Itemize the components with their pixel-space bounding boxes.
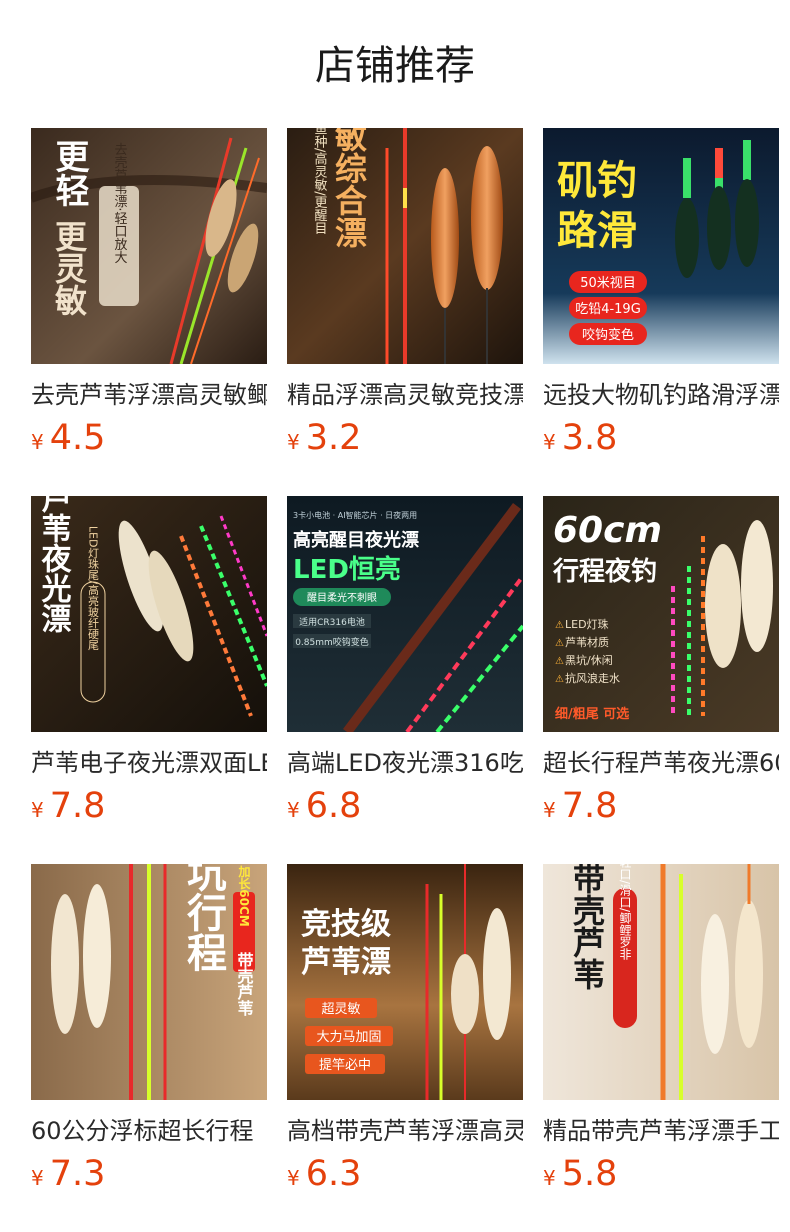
image-tag: 大力马加固	[316, 1030, 381, 1045]
product-name[interactable]: 精品带壳芦苇浮漂手工	[543, 1114, 779, 1148]
product-name[interactable]: 精品浮漂高灵敏竞技漂	[287, 378, 523, 412]
image-headline: 高亮醒目夜光漂	[293, 529, 419, 551]
image-label: LED灯珠尾/高亮玻纤硬尾	[87, 526, 100, 650]
image-headline: 行程夜钓	[552, 556, 657, 587]
image-tag: 0.85mm咬钩变色	[295, 636, 369, 648]
svg-text:⚠: ⚠	[555, 638, 564, 649]
image-tag: 醒目柔光不刺眼	[307, 591, 377, 604]
price-value: 5.8	[561, 1154, 618, 1194]
image-list-item: 抗风浪走水	[565, 671, 620, 685]
price-value: 6.8	[305, 786, 362, 826]
svg-text:⚠: ⚠	[555, 674, 564, 685]
image-headline: 黑坑行程	[180, 864, 227, 972]
product-name[interactable]: 超长行程芦苇夜光漂60cm	[543, 746, 779, 780]
image-tag: 超灵敏	[321, 1002, 360, 1017]
image-tag: 适用CR316电池	[299, 616, 365, 628]
image-list-item: LED灯珠	[565, 617, 609, 631]
currency-symbol: ¥	[31, 1166, 44, 1190]
product-image[interactable]: 去壳芦苇漂·轻口放大 更轻 更灵敏	[31, 128, 267, 364]
product-image[interactable]: 陈年带壳芦苇 主攻轻口/滑口/鲫鲤罗非	[543, 864, 779, 1100]
product-image[interactable]: 3卡小电池 · AI智能芯片 · 日夜两用 高亮醒目夜光漂 LED恒亮 醒目柔光…	[287, 496, 523, 732]
currency-symbol: ¥	[287, 430, 300, 454]
image-headline: LED恒亮	[293, 554, 401, 585]
image-headline: 60cm	[553, 510, 662, 551]
currency-symbol: ¥	[543, 798, 556, 822]
currency-symbol: ¥	[543, 1166, 556, 1190]
image-list-item: 芦苇材质	[565, 635, 609, 649]
product-image[interactable]: 芦苇夜光漂 LED灯珠尾/高亮玻纤硬尾	[31, 496, 267, 732]
currency-symbol: ¥	[287, 798, 300, 822]
price-value: 3.2	[305, 418, 362, 458]
image-tag: 50米视目	[580, 276, 636, 291]
image-label: 主攻轻口/滑口/鲫鲤罗非	[618, 864, 632, 960]
image-tag: 吃铅4-19G	[575, 301, 641, 317]
image-label: 3卡小电池 · AI智能芯片 · 日夜两用	[293, 510, 417, 520]
product-price: ¥3.2	[287, 416, 361, 460]
product-image[interactable]: 黑坑行程 加长60CM 带壳芦苇	[31, 864, 267, 1100]
currency-symbol: ¥	[287, 1166, 300, 1190]
product-price: ¥7.8	[543, 784, 617, 828]
price-value: 7.8	[561, 786, 618, 826]
product-price: ¥6.8	[287, 784, 361, 828]
image-label: 去壳芦苇漂·轻口放大	[112, 142, 128, 264]
image-headline: 矶钓	[557, 158, 637, 204]
product-price: ¥7.3	[31, 1152, 105, 1196]
product-image[interactable]: 矶钓 路滑 50米视目 吃铅4-19G 咬钩变色	[543, 128, 779, 364]
svg-text:⚠: ⚠	[555, 656, 564, 667]
image-tag: 加长60CM	[237, 864, 251, 927]
product-price: ¥4.5	[31, 416, 105, 460]
price-value: 4.5	[49, 418, 106, 458]
product-price: ¥6.3	[287, 1152, 361, 1196]
image-headline: 芦苇漂	[301, 945, 391, 980]
image-tag: 咬钩变色	[582, 327, 634, 343]
svg-text:⚠: ⚠	[555, 620, 564, 631]
image-headline: 竞技级	[301, 907, 391, 942]
currency-symbol: ¥	[31, 430, 44, 454]
currency-symbol: ¥	[543, 430, 556, 454]
product-price: ¥5.8	[543, 1152, 617, 1196]
price-value: 7.8	[49, 786, 106, 826]
currency-symbol: ¥	[31, 798, 44, 822]
image-headline: 更轻	[49, 139, 89, 207]
product-name[interactable]: 远投大物矶钓路滑浮漂	[543, 378, 779, 412]
image-headline: 陈年带壳芦苇	[568, 864, 606, 990]
image-headline: 芦苇夜光漂	[36, 496, 73, 633]
image-label: 全水域/多鱼种/高灵敏/更醒目	[312, 128, 328, 235]
image-label: 带壳芦苇	[235, 951, 255, 1017]
image-headline: 更灵敏	[50, 220, 88, 316]
product-image[interactable]: 竞技级 芦苇漂 超灵敏 大力马加固 提竿必中	[287, 864, 523, 1100]
product-price: ¥7.8	[31, 784, 105, 828]
price-value: 3.8	[561, 418, 618, 458]
page-title: 店铺推荐	[315, 43, 475, 89]
price-value: 6.3	[305, 1154, 362, 1194]
price-value: 7.3	[49, 1154, 106, 1194]
product-name[interactable]: 高端LED夜光漂316吃铅	[287, 746, 523, 780]
image-list-item: 黑坑/休闲	[565, 653, 613, 667]
product-image[interactable]: 60cm 行程夜钓 LED灯珠 芦苇材质 黑坑/休闲 抗风浪走水 ⚠ ⚠ ⚠ ⚠…	[543, 496, 779, 732]
product-name[interactable]: 高档带壳芦苇浮漂高灵敏	[287, 1114, 523, 1148]
image-headline: 路滑	[557, 208, 637, 254]
image-headline: 高灵敏综合漂	[330, 128, 368, 248]
product-name[interactable]: 芦苇电子夜光漂双面LED	[31, 746, 267, 780]
product-price: ¥3.8	[543, 416, 617, 460]
product-name[interactable]: 去壳芦苇浮漂高灵敏鲫鱼漂	[31, 378, 267, 412]
image-label: 细/粗尾 可选	[555, 706, 629, 722]
product-name[interactable]: 60公分浮标超长行程	[31, 1114, 267, 1148]
product-image[interactable]: 全水域/多鱼种/高灵敏/更醒目 高灵敏综合漂	[287, 128, 523, 364]
image-tag: 提竿必中	[319, 1057, 371, 1073]
